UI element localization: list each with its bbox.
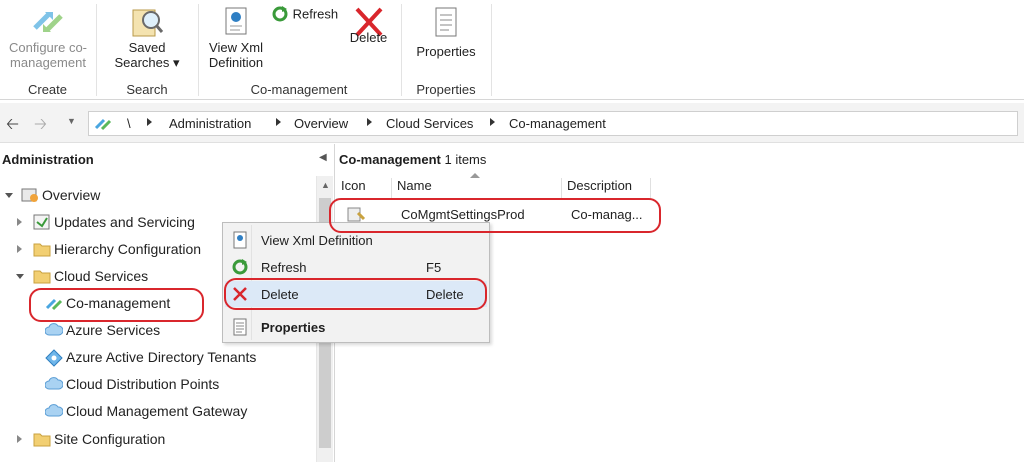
expand-icon[interactable]	[16, 274, 24, 279]
properties-button[interactable]: Properties	[410, 4, 482, 59]
results-title-text: Co-management	[339, 152, 441, 167]
results-count: 1 items	[444, 152, 487, 167]
column-header-description[interactable]: Description	[567, 178, 632, 198]
expand-icon[interactable]	[17, 245, 22, 253]
history-dropdown-icon[interactable]: ▼	[67, 116, 76, 126]
tree-item-label: Cloud Management Gateway	[66, 403, 248, 419]
address-bar: 🡠 🡢 ▼ \ Administration Overview Cloud Se…	[0, 103, 1024, 143]
menu-item-label: View Xml Definition	[261, 233, 373, 248]
breadcrumb-co-management[interactable]: Co-management	[509, 116, 606, 131]
ribbon-group-create: Configure co- management Create	[0, 0, 95, 100]
cloud-icon	[45, 377, 63, 390]
tree-item-label: Azure Active Directory Tenants	[66, 349, 257, 365]
scroll-up-icon[interactable]: ▲	[321, 180, 330, 190]
saved-searches-icon	[132, 9, 164, 37]
expand-icon[interactable]	[17, 435, 22, 443]
expand-icon[interactable]	[17, 218, 22, 226]
collapse-pane-icon[interactable]: ◀	[319, 152, 327, 163]
breadcrumb-administration[interactable]: Administration	[169, 116, 251, 131]
forward-arrow-icon[interactable]: 🡢	[34, 113, 47, 140]
group-label-create: Create	[27, 82, 68, 97]
breadcrumb-separator	[276, 118, 281, 126]
column-divider[interactable]	[561, 178, 562, 198]
refresh-icon	[272, 6, 288, 22]
configure-co-management-button[interactable]: Configure co- management	[2, 4, 94, 70]
saved-label-2: Searches ▾	[114, 55, 180, 70]
breadcrumb-separator	[490, 118, 495, 126]
column-divider[interactable]	[391, 178, 392, 198]
breadcrumb[interactable]: \ Administration Overview Cloud Services…	[88, 111, 1018, 136]
ribbon-group-search: Saved Searches ▾ Search	[97, 0, 197, 100]
tree-item-label: Site Configuration	[54, 431, 166, 447]
tree-item-site-configuration[interactable]: Site Configuration	[0, 428, 310, 450]
view-xml-definition-button[interactable]: View Xml Definition	[201, 4, 271, 70]
xml-document-icon	[225, 7, 247, 35]
breadcrumb-overview[interactable]: Overview	[294, 116, 348, 131]
refresh-icon	[232, 259, 248, 275]
tree-item-label: Cloud Services	[54, 268, 149, 284]
properties-icon	[435, 7, 457, 37]
results-title: Co-management 1 items	[339, 152, 486, 167]
delete-label: Delete	[349, 30, 388, 45]
tree-item-label: Azure Services	[66, 322, 161, 338]
tree-item-label: Overview	[42, 187, 101, 203]
column-divider[interactable]	[650, 178, 651, 198]
co-management-icon	[33, 12, 63, 32]
column-header-name[interactable]: Name	[397, 178, 432, 198]
group-separator	[491, 4, 492, 96]
tree-item-label: Hierarchy Configuration	[54, 241, 202, 257]
properties-icon	[233, 318, 247, 336]
tree-item-azure-active-directory-tenants[interactable]: Azure Active Directory Tenants	[0, 346, 310, 368]
cloud-icon	[45, 323, 63, 336]
delete-button[interactable]: Delete	[341, 4, 396, 45]
highlight-ring	[224, 278, 487, 310]
refresh-button[interactable]: Refresh	[271, 5, 341, 23]
ribbon-group-co-management: View Xml Definition Refresh Delete Co-ma…	[199, 0, 399, 100]
refresh-label: Refresh	[292, 6, 339, 22]
saved-label-1: Saved	[128, 40, 166, 55]
breadcrumb-cloud-services[interactable]: Cloud Services	[386, 116, 473, 131]
menu-item-label: Properties	[261, 320, 326, 335]
column-header-icon[interactable]: Icon	[341, 178, 366, 198]
tree-item-cloud-management-gateway[interactable]: Cloud Management Gateway	[0, 400, 310, 422]
highlight-ring	[329, 198, 661, 233]
ribbon: Configure co- management Create Saved Se…	[0, 0, 1024, 100]
group-label-search: Search	[126, 82, 168, 97]
tree-item-cloud-distribution-points[interactable]: Cloud Distribution Points	[0, 373, 310, 395]
saved-searches-button[interactable]: Saved Searches ▾	[107, 4, 187, 70]
tree-item-overview[interactable]: Overview	[0, 184, 310, 206]
back-arrow-icon[interactable]: 🡠	[6, 113, 19, 140]
tree-item-label: Updates and Servicing	[54, 214, 195, 230]
viewxml-label-1: View Xml	[209, 40, 263, 55]
menu-item-refresh[interactable]: Refresh F5	[225, 254, 487, 280]
cloud-icon	[45, 404, 63, 417]
breadcrumb-root[interactable]: \	[127, 116, 131, 131]
group-label-properties: Properties	[416, 82, 476, 97]
viewxml-label-2: Definition	[208, 55, 264, 70]
folder-icon	[33, 433, 51, 447]
folder-icon	[33, 270, 51, 284]
xml-document-icon	[233, 231, 247, 249]
menu-item-label: Refresh	[261, 260, 307, 275]
menu-item-shortcut: F5	[426, 260, 442, 275]
properties-label: Properties	[416, 44, 476, 59]
highlight-ring	[29, 288, 204, 322]
configure-label-2: management	[10, 55, 86, 70]
breadcrumb-separator	[367, 118, 372, 126]
folder-icon	[33, 243, 51, 257]
configure-label-1: Configure co-	[8, 40, 88, 55]
updates-icon	[33, 214, 50, 230]
aad-icon	[45, 349, 63, 367]
co-management-icon	[94, 118, 112, 131]
pane-title: Administration	[2, 152, 94, 167]
tree-item-label: Cloud Distribution Points	[66, 376, 220, 392]
expand-icon[interactable]	[5, 193, 13, 198]
group-label-co-management: Co-management	[250, 82, 348, 97]
breadcrumb-separator	[147, 118, 152, 126]
ribbon-group-properties: Properties Properties	[402, 0, 490, 100]
menu-item-properties[interactable]: Properties	[225, 314, 487, 340]
overview-icon	[21, 188, 38, 202]
